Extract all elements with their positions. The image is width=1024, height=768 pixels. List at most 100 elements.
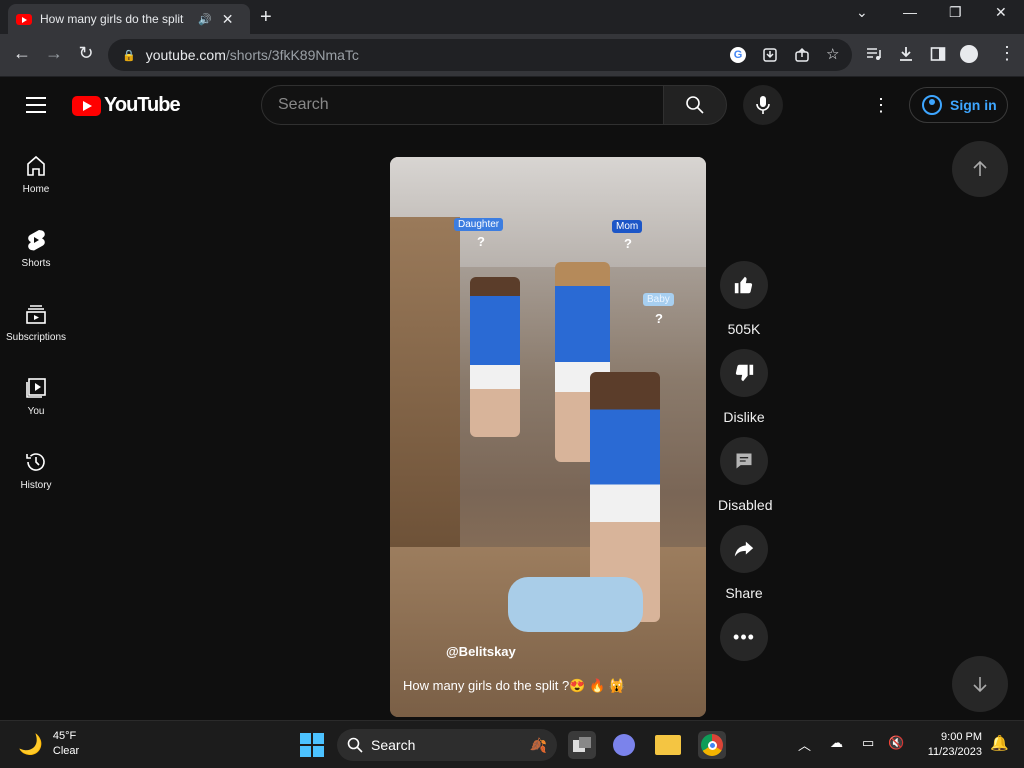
new-tab-button[interactable]: + [260,6,272,29]
overlay-tag: Baby [643,293,674,306]
youtube-play-icon [72,95,101,116]
more-options-button[interactable]: ••• [720,613,768,661]
more-horizontal-icon: ••• [733,627,755,647]
search-placeholder: Search [278,96,329,113]
channel-handle[interactable]: @Belitskay [446,644,516,659]
chrome-menu-icon[interactable]: ⋮ [998,43,1016,64]
clock-date: 11/23/2023 [927,746,982,758]
account-icon [922,95,942,115]
like-button[interactable] [720,261,768,309]
browser-tab[interactable]: How many girls do the split 🔊 ✕ [8,4,250,34]
thumbs-up-icon [734,276,753,294]
tab-search-icon[interactable]: ⌄ [856,4,868,21]
search-icon [686,96,704,114]
dislike-button[interactable] [720,349,768,397]
tab-title: How many girls do the split [40,12,184,26]
browser-tab-strip: How many girls do the split 🔊 ✕ + ⌄ — ❐ … [0,0,1024,34]
tab-close-icon[interactable]: ✕ [222,11,234,28]
youtube-header: YouTube Search ⋮ Sign in [0,78,1024,134]
video-scene-wall [390,217,460,547]
clock-time: 9:00 PM [941,731,982,743]
settings-more-icon[interactable]: ⋮ [872,95,890,115]
notification-bell-icon[interactable]: 🔔 [990,734,1009,752]
taskbar-search[interactable]: Search 🍂 [337,729,557,761]
overlay-question: ? [655,311,663,326]
arrow-up-icon [973,160,987,176]
media-queue-icon[interactable] [866,46,882,62]
comment-icon [736,453,752,469]
like-action: 505K [718,261,770,337]
hamburger-menu-icon[interactable] [26,97,46,118]
browser-toolbar: ← → ↻ 🔒 youtube.com/shorts/3fkK89NmaTc G… [0,34,1024,77]
taskbar-search-label: Search [371,737,416,753]
chrome-taskbar-icon[interactable] [698,731,726,759]
share-page-icon[interactable] [794,47,810,63]
sidebar-label: Subscriptions [5,332,67,343]
comments-button[interactable] [720,437,768,485]
back-arrow-icon[interactable]: ← [10,43,34,64]
home-icon [27,155,45,176]
shorts-icon [28,230,45,251]
overlay-tag: Mom [612,220,643,233]
share-button[interactable] [720,525,768,573]
thumbs-down-icon [735,364,754,382]
comments-action: Disabled [718,437,773,513]
overlay-question: ? [624,236,632,251]
url-path: /shorts/3fkK89NmaTc [225,47,359,63]
teams-chat-icon[interactable] [610,731,638,759]
forward-arrow-icon[interactable]: → [42,43,66,64]
system-clock[interactable]: 9:00 PM 11/23/2023 [914,730,982,760]
sign-in-button[interactable]: Sign in [909,87,1008,123]
bookmark-star-icon[interactable]: ☆ [826,45,839,63]
side-panel-icon[interactable] [930,46,946,62]
weather-temp: 45°F [52,730,77,742]
video-figure [470,277,520,437]
close-window-button[interactable]: ✕ [995,4,1007,21]
search-input[interactable]: Search [261,85,664,125]
display-icon[interactable]: ▭ [862,735,874,751]
install-app-icon[interactable] [762,47,778,63]
sidebar-label: History [20,480,52,491]
dislike-label: Dislike [723,409,765,425]
you-icon [26,378,46,398]
subscriptions-icon [26,305,46,324]
profile-avatar[interactable] [960,45,978,63]
restore-button[interactable]: ❐ [949,4,962,21]
previous-short-button[interactable] [952,141,1008,197]
url-host: youtube.com [145,47,226,63]
lock-icon[interactable]: 🔒 [122,49,136,62]
sidebar-label: Home [22,184,50,195]
show-hidden-icons-icon[interactable]: ︿ [798,735,811,754]
google-lens-icon[interactable]: G [730,47,746,63]
minimize-button[interactable]: — [903,4,917,20]
comments-label: Disabled [718,497,773,513]
short-video-player[interactable]: Daughter ? Mom ? Baby ? @Belitskay How m… [390,157,706,717]
sidebar-item-subscriptions[interactable]: Subscriptions [0,282,72,356]
task-view-icon[interactable] [568,731,596,759]
like-count: 505K [727,321,761,337]
sidebar-item-shorts[interactable]: Shorts [0,208,72,282]
windows-start-icon[interactable] [300,733,324,757]
network-off-icon[interactable]: ☁ [830,735,843,751]
video-sneakers [508,577,643,632]
search-icon [347,737,363,753]
overlay-question: ? [477,234,485,249]
tab-audio-icon[interactable]: 🔊 [198,13,212,26]
overlay-tag: Daughter [454,218,504,231]
downloads-icon[interactable] [898,46,914,62]
moon-icon: 🌙 [18,733,43,756]
search-button[interactable] [663,85,727,125]
sidebar-item-you[interactable]: You [0,356,72,430]
file-explorer-icon[interactable] [654,731,682,759]
sidebar-item-home[interactable]: Home [0,134,72,208]
sign-in-label: Sign in [950,97,997,113]
weather-widget[interactable]: 🌙 45°F Clear [18,729,79,759]
search-highlight-icon: 🍂 [529,736,547,753]
reload-icon[interactable]: ↻ [74,43,98,64]
next-short-button[interactable] [952,656,1008,712]
voice-search-button[interactable] [743,85,783,125]
volume-muted-icon[interactable]: 🔇 [888,735,904,751]
microphone-icon [756,96,770,114]
sidebar-item-history[interactable]: History [0,430,72,504]
youtube-logo[interactable]: YouTube [72,94,181,117]
